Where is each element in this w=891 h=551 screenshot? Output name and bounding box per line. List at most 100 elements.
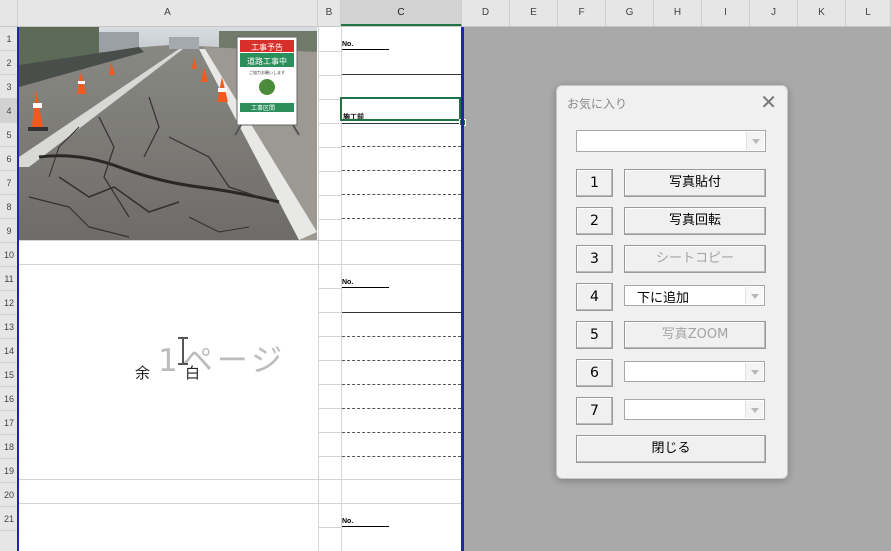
worksheet-area[interactable]: 工事予告 道路工事中 ご協力お願いします 工事区間 No. 施工前 No. No… [19, 27, 466, 551]
column-header-l[interactable]: L [846, 0, 891, 26]
shortcut-1-button[interactable]: 1 [576, 169, 613, 197]
gridline [318, 171, 341, 172]
page-watermark: 1ページ [158, 343, 287, 379]
column-header-g[interactable]: G [606, 0, 654, 26]
row-header[interactable]: 9 [0, 219, 18, 243]
gridline [318, 51, 341, 52]
active-cell-c4[interactable] [340, 97, 461, 121]
column-header-k[interactable]: K [798, 0, 846, 26]
column-header-h[interactable]: H [654, 0, 702, 26]
row-header[interactable]: 19 [0, 459, 18, 483]
photo-zoom-button[interactable]: 写真ZOOM [624, 321, 766, 349]
page-break-line [461, 27, 464, 551]
row-header[interactable]: 6 [0, 147, 18, 171]
row-header[interactable]: 20 [0, 483, 18, 507]
row-header[interactable]: 8 [0, 195, 18, 219]
row-header[interactable]: 18 [0, 435, 18, 459]
gridline [318, 456, 341, 457]
column-header-a[interactable]: A [18, 0, 318, 26]
sign-text-4: 工事区間 [251, 104, 275, 112]
close-dialog-button[interactable]: 閉じる [576, 435, 766, 463]
sheet-copy-button[interactable]: シートコピー [624, 245, 766, 273]
sign-text-1: 工事予告 [251, 42, 283, 52]
row-header[interactable]: 11 [0, 267, 18, 291]
row-header[interactable]: 21 [0, 507, 18, 531]
row-header[interactable]: 16 [0, 387, 18, 411]
row-header[interactable]: 13 [0, 315, 18, 339]
column-header-b[interactable]: B [318, 0, 341, 26]
gridline [318, 432, 341, 433]
gridline [318, 27, 319, 551]
rotate-photo-button[interactable]: 写真回転 [624, 207, 766, 235]
page-break-line-left [17, 27, 19, 551]
column-header-i[interactable]: I [702, 0, 750, 26]
no-underline [342, 526, 389, 527]
shortcut-2-button[interactable]: 2 [576, 207, 613, 235]
gridline [318, 147, 341, 148]
column-header-e[interactable]: E [510, 0, 558, 26]
row-header[interactable]: 17 [0, 411, 18, 435]
gridline [318, 288, 341, 289]
road-photo[interactable]: 工事予告 道路工事中 ご協力お願いします 工事区間 [19, 27, 317, 240]
row-header[interactable]: 12 [0, 291, 18, 315]
dialog-title: お気に入り [567, 97, 628, 111]
column-header-f[interactable]: F [558, 0, 606, 26]
text-cursor-icon [178, 337, 188, 365]
chevron-down-icon[interactable] [745, 401, 763, 418]
dotted-line [342, 456, 461, 457]
dotted-line [342, 194, 461, 195]
dotted-line [342, 432, 461, 433]
add-below-combo[interactable]: 下に追加 [624, 285, 765, 306]
close-icon[interactable]: ✕ [760, 90, 777, 114]
shortcut-4-button[interactable]: 4 [576, 283, 613, 311]
shortcut-3-button[interactable]: 3 [576, 245, 613, 273]
row-header[interactable]: 4 [0, 99, 18, 123]
row-header[interactable]: 2 [0, 51, 18, 75]
chevron-down-icon[interactable] [745, 287, 763, 304]
row-header[interactable]: 1 [0, 27, 18, 51]
shortcut-7-button[interactable]: 7 [576, 397, 613, 425]
text-line [342, 123, 461, 124]
gridline [318, 360, 341, 361]
text-line [342, 74, 461, 75]
gridline [318, 195, 341, 196]
column-header-j[interactable]: J [750, 0, 798, 26]
gridline [318, 123, 341, 124]
gridline [318, 527, 341, 528]
gridline [19, 264, 462, 265]
row-header[interactable]: 15 [0, 363, 18, 387]
dotted-line [342, 218, 461, 219]
column-header-bar: A B C D E F G H I J K L [0, 0, 891, 27]
dotted-line [342, 408, 461, 409]
shortcut-5-button[interactable]: 5 [576, 321, 613, 349]
shortcut-6-button[interactable]: 6 [576, 359, 613, 387]
shortcut-6-combo[interactable] [624, 361, 765, 382]
photo-no-label: No. [342, 41, 354, 48]
gridline [318, 312, 341, 313]
no-underline [342, 287, 389, 288]
road-photo-image: 工事予告 道路工事中 ご協力お願いします 工事区間 [19, 27, 317, 240]
gridline [318, 384, 341, 385]
chevron-down-icon[interactable] [745, 363, 763, 380]
favorites-combo[interactable] [576, 130, 766, 152]
row-header[interactable]: 14 [0, 339, 18, 363]
row-header[interactable]: 5 [0, 123, 18, 147]
chevron-down-icon[interactable] [746, 132, 764, 150]
shortcut-7-combo[interactable] [624, 399, 765, 420]
dotted-line [342, 146, 461, 147]
paste-photo-button[interactable]: 写真貼付 [624, 169, 766, 197]
no-underline [342, 49, 389, 50]
gridline [318, 336, 341, 337]
row-header[interactable]: 7 [0, 171, 18, 195]
column-header-d[interactable]: D [462, 0, 510, 26]
dotted-line [342, 360, 461, 361]
select-all-corner[interactable] [0, 0, 18, 26]
add-below-value: 下に追加 [637, 291, 690, 306]
gridline [318, 408, 341, 409]
dotted-line [342, 384, 461, 385]
sign-text-2: 道路工事中 [247, 56, 287, 66]
row-header[interactable]: 3 [0, 75, 18, 99]
row-header[interactable]: 10 [0, 243, 18, 267]
gridline [318, 75, 341, 76]
column-header-c[interactable]: C [341, 0, 462, 26]
